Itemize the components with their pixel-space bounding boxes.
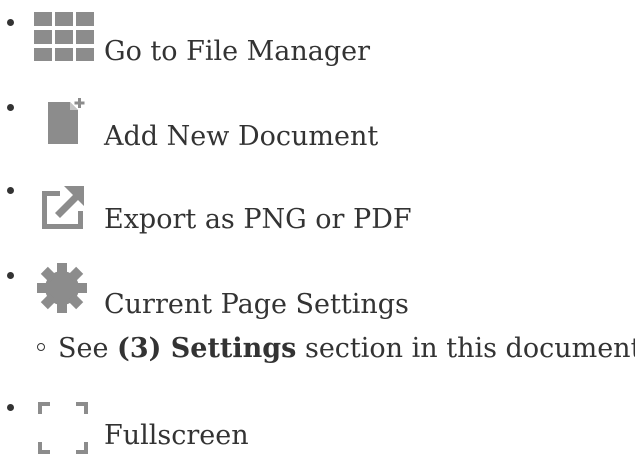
list-item-label: Current Page Settings bbox=[104, 289, 409, 320]
list-item-label: Add New Document bbox=[104, 121, 379, 152]
settings-note-prefix: See bbox=[58, 333, 118, 364]
bullet bbox=[7, 187, 14, 194]
gear-icon bbox=[36, 262, 88, 318]
grid-icon bbox=[34, 12, 94, 66]
settings-note: See (3) Settings section in this documen… bbox=[58, 333, 635, 365]
list-item-label: Export as PNG or PDF bbox=[104, 204, 412, 235]
list-item-label: Go to File Manager bbox=[104, 36, 371, 67]
list-item-label: Fullscreen bbox=[104, 420, 249, 451]
fullscreen-icon bbox=[38, 402, 88, 458]
settings-section-ref: (3) Settings bbox=[117, 333, 297, 364]
bullet bbox=[7, 19, 14, 26]
new-document-icon bbox=[48, 98, 88, 150]
export-icon bbox=[38, 183, 90, 235]
bullet bbox=[7, 272, 14, 279]
sub-bullet bbox=[37, 343, 45, 351]
settings-note-suffix: section in this document. bbox=[296, 333, 635, 364]
bullet bbox=[7, 104, 14, 111]
bullet bbox=[7, 404, 14, 411]
